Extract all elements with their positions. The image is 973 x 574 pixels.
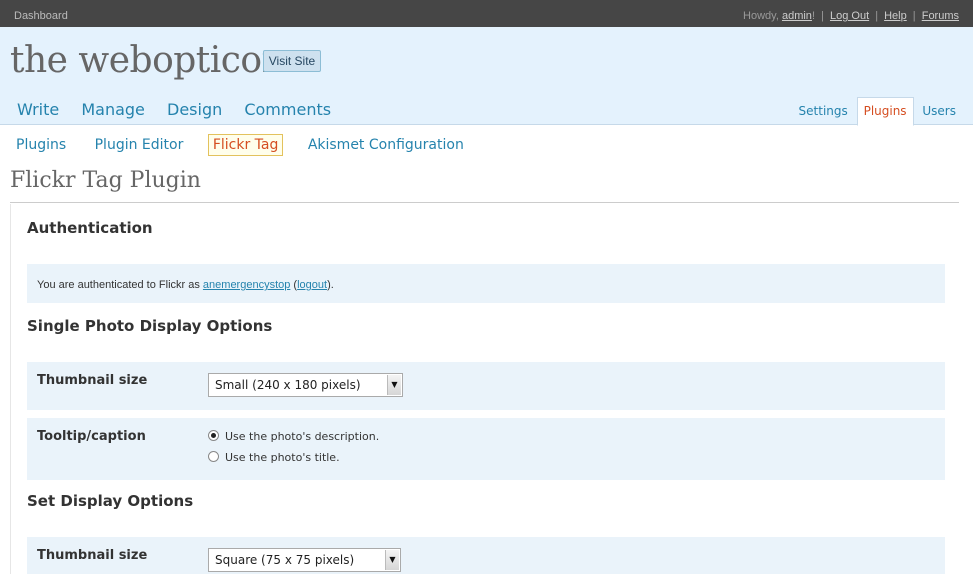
auth-text-suffix: ). [327,279,334,291]
howdy-text: Howdy, [743,10,779,22]
flickr-user-link[interactable]: anemergencystop [203,279,290,291]
nav-write[interactable]: Write [17,100,59,119]
side-nav: Settings Plugins Users [794,97,961,126]
user-profile-link[interactable]: admin [782,10,812,22]
help-link[interactable]: Help [884,10,907,22]
caption-option-title[interactable]: Use the photo's title. [208,451,340,464]
auth-status-text: You are authenticated to Flickr as aneme… [37,279,334,291]
single-photo-heading: Single Photo Display Options [27,317,273,335]
authentication-panel: You are authenticated to Flickr as aneme… [27,264,945,303]
submenu-plugin-editor[interactable]: Plugin Editor [91,135,188,155]
admin-top-bar: Dashboard Howdy, admin! | Log Out | Help… [0,0,973,27]
chevron-down-icon: ▼ [385,550,399,570]
set-thumbnail-select[interactable]: Square (75 x 75 pixels) ▼ [208,548,401,572]
nav-design[interactable]: Design [167,100,222,119]
radio-title-label: Use the photo's title. [225,451,340,464]
radio-description[interactable] [208,430,219,441]
dashboard-link[interactable]: Dashboard [14,10,68,22]
single-thumbnail-row: Thumbnail size Small (240 x 180 pixels) … [27,362,945,410]
radio-title[interactable] [208,451,219,462]
chevron-down-icon: ▼ [387,375,401,395]
howdy-bang: ! [811,10,815,22]
page-title: Flickr Tag Plugin [10,168,201,193]
forums-link[interactable]: Forums [922,10,959,22]
flickr-logout-link[interactable]: logout [297,279,327,291]
visit-site-button[interactable]: Visit Site [263,50,321,72]
radio-description-label: Use the photo's description. [225,430,380,443]
nav-comments[interactable]: Comments [244,100,331,119]
plugins-submenu: Plugins Plugin Editor Flickr Tag Akismet… [16,134,484,156]
tooltip-caption-row: Tooltip/caption Use the photo's descript… [27,418,945,480]
nav-users[interactable]: Users [917,97,961,125]
single-thumbnail-label: Thumbnail size [37,373,148,388]
auth-text-prefix: You are authenticated to Flickr as [37,279,200,291]
set-thumbnail-row: Thumbnail size Square (75 x 75 pixels) ▼ [27,537,945,574]
title-divider [10,202,959,203]
authentication-heading: Authentication [27,219,153,237]
set-display-heading: Set Display Options [27,492,194,510]
single-thumbnail-select[interactable]: Small (240 x 180 pixels) ▼ [208,373,403,397]
nav-settings[interactable]: Settings [794,97,853,125]
site-header: the webopticon Visit Site Write Manage D… [0,27,973,126]
set-thumbnail-label: Thumbnail size [37,548,148,563]
set-thumbnail-value: Square (75 x 75 pixels) [215,553,355,567]
submenu-akismet-configuration[interactable]: Akismet Configuration [304,135,468,155]
submenu-flickr-tag[interactable]: Flickr Tag [207,134,284,156]
nav-manage[interactable]: Manage [81,100,145,119]
submenu-plugins[interactable]: Plugins [16,135,70,155]
tooltip-caption-label: Tooltip/caption [37,429,146,444]
logout-link[interactable]: Log Out [830,10,869,22]
user-menu: Howdy, admin! | Log Out | Help | Forums [743,10,959,22]
caption-option-description[interactable]: Use the photo's description. [208,430,379,443]
main-nav: Write Manage Design Comments [17,100,348,119]
nav-plugins[interactable]: Plugins [856,97,914,126]
site-title: the webopticon [10,40,285,81]
single-thumbnail-value: Small (240 x 180 pixels) [215,378,361,392]
